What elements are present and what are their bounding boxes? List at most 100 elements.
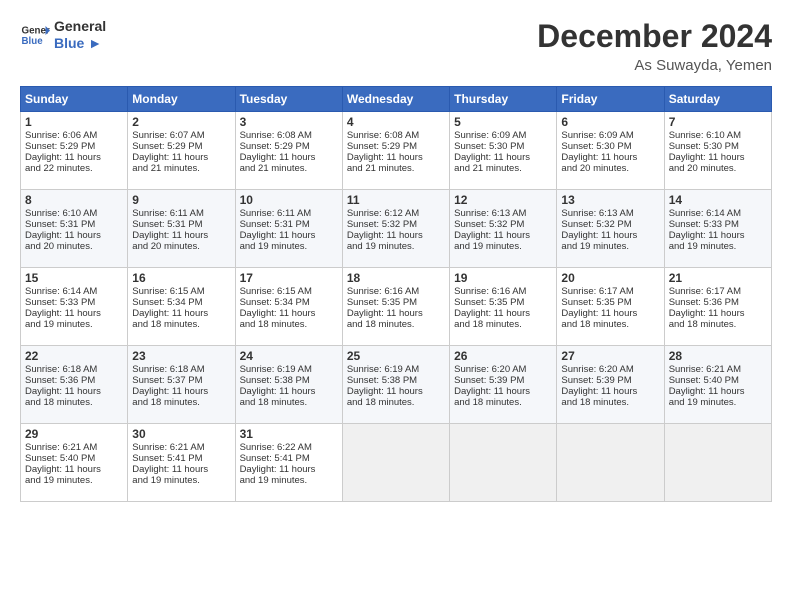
day-info: Sunset: 5:39 PM: [561, 375, 659, 386]
calendar-cell: 27Sunrise: 6:20 AMSunset: 5:39 PMDayligh…: [557, 346, 664, 424]
day-info: Daylight: 11 hours: [25, 464, 123, 475]
day-info: Sunset: 5:38 PM: [240, 375, 338, 386]
day-number: 17: [240, 271, 338, 285]
day-info: Daylight: 11 hours: [669, 230, 767, 241]
day-info: and 18 minutes.: [561, 397, 659, 408]
day-info: and 21 minutes.: [240, 163, 338, 174]
calendar-cell: 2Sunrise: 6:07 AMSunset: 5:29 PMDaylight…: [128, 112, 235, 190]
day-info: and 18 minutes.: [132, 397, 230, 408]
calendar-cell: 4Sunrise: 6:08 AMSunset: 5:29 PMDaylight…: [342, 112, 449, 190]
day-info: and 18 minutes.: [561, 319, 659, 330]
logo: General Blue General Blue ►: [20, 18, 106, 52]
day-info: Sunset: 5:33 PM: [669, 219, 767, 230]
day-number: 19: [454, 271, 552, 285]
day-info: Sunset: 5:29 PM: [347, 141, 445, 152]
calendar-cell: 22Sunrise: 6:18 AMSunset: 5:36 PMDayligh…: [21, 346, 128, 424]
day-info: Daylight: 11 hours: [25, 152, 123, 163]
day-info: Daylight: 11 hours: [561, 308, 659, 319]
day-info: Sunset: 5:34 PM: [132, 297, 230, 308]
day-info: Daylight: 11 hours: [669, 152, 767, 163]
day-info: Daylight: 11 hours: [240, 308, 338, 319]
day-info: Daylight: 11 hours: [669, 308, 767, 319]
day-info: Sunset: 5:30 PM: [561, 141, 659, 152]
day-info: Sunset: 5:39 PM: [454, 375, 552, 386]
day-number: 9: [132, 193, 230, 207]
calendar-cell: 18Sunrise: 6:16 AMSunset: 5:35 PMDayligh…: [342, 268, 449, 346]
day-info: Sunset: 5:29 PM: [25, 141, 123, 152]
day-number: 12: [454, 193, 552, 207]
week-row-1: 1Sunrise: 6:06 AMSunset: 5:29 PMDaylight…: [21, 112, 772, 190]
day-number: 11: [347, 193, 445, 207]
day-info: Sunset: 5:31 PM: [25, 219, 123, 230]
day-info: Sunrise: 6:09 AM: [561, 130, 659, 141]
day-info: and 21 minutes.: [347, 163, 445, 174]
day-info: and 21 minutes.: [454, 163, 552, 174]
day-info: Sunrise: 6:15 AM: [240, 286, 338, 297]
day-number: 24: [240, 349, 338, 363]
calendar-cell: 1Sunrise: 6:06 AMSunset: 5:29 PMDaylight…: [21, 112, 128, 190]
day-info: Sunrise: 6:16 AM: [347, 286, 445, 297]
day-info: Sunrise: 6:10 AM: [25, 208, 123, 219]
title-block: December 2024 As Suwayda, Yemen: [537, 18, 772, 74]
day-info: Daylight: 11 hours: [240, 386, 338, 397]
day-info: Sunset: 5:29 PM: [240, 141, 338, 152]
day-info: and 20 minutes.: [561, 163, 659, 174]
day-info: Sunset: 5:40 PM: [25, 453, 123, 464]
day-number: 7: [669, 115, 767, 129]
day-info: Sunset: 5:29 PM: [132, 141, 230, 152]
day-info: Sunrise: 6:15 AM: [132, 286, 230, 297]
day-info: Daylight: 11 hours: [347, 308, 445, 319]
day-info: Sunset: 5:41 PM: [240, 453, 338, 464]
day-info: Sunrise: 6:19 AM: [240, 364, 338, 375]
day-number: 28: [669, 349, 767, 363]
day-number: 2: [132, 115, 230, 129]
day-info: Sunrise: 6:13 AM: [454, 208, 552, 219]
day-info: and 22 minutes.: [25, 163, 123, 174]
column-header-wednesday: Wednesday: [342, 87, 449, 112]
day-info: Daylight: 11 hours: [669, 386, 767, 397]
day-number: 3: [240, 115, 338, 129]
calendar-cell: 28Sunrise: 6:21 AMSunset: 5:40 PMDayligh…: [664, 346, 771, 424]
day-info: and 18 minutes.: [240, 397, 338, 408]
day-number: 25: [347, 349, 445, 363]
day-info: Daylight: 11 hours: [132, 230, 230, 241]
month-title: December 2024: [537, 18, 772, 55]
calendar-cell: 24Sunrise: 6:19 AMSunset: 5:38 PMDayligh…: [235, 346, 342, 424]
day-info: and 18 minutes.: [669, 319, 767, 330]
day-info: Daylight: 11 hours: [132, 152, 230, 163]
day-info: Sunset: 5:32 PM: [347, 219, 445, 230]
day-info: Sunrise: 6:22 AM: [240, 442, 338, 453]
day-number: 26: [454, 349, 552, 363]
day-info: and 18 minutes.: [240, 319, 338, 330]
calendar-body: 1Sunrise: 6:06 AMSunset: 5:29 PMDaylight…: [21, 112, 772, 502]
calendar-cell: 9Sunrise: 6:11 AMSunset: 5:31 PMDaylight…: [128, 190, 235, 268]
day-info: Daylight: 11 hours: [561, 386, 659, 397]
calendar-table: SundayMondayTuesdayWednesdayThursdayFrid…: [20, 86, 772, 502]
calendar-cell: 11Sunrise: 6:12 AMSunset: 5:32 PMDayligh…: [342, 190, 449, 268]
day-info: and 19 minutes.: [561, 241, 659, 252]
day-info: Sunrise: 6:17 AM: [669, 286, 767, 297]
day-info: Sunrise: 6:21 AM: [25, 442, 123, 453]
day-info: Sunrise: 6:09 AM: [454, 130, 552, 141]
day-info: Sunrise: 6:17 AM: [561, 286, 659, 297]
day-info: and 19 minutes.: [132, 475, 230, 486]
day-info: Daylight: 11 hours: [132, 386, 230, 397]
day-info: Daylight: 11 hours: [561, 152, 659, 163]
day-number: 21: [669, 271, 767, 285]
calendar-cell: 6Sunrise: 6:09 AMSunset: 5:30 PMDaylight…: [557, 112, 664, 190]
day-info: Daylight: 11 hours: [347, 230, 445, 241]
day-number: 10: [240, 193, 338, 207]
day-info: and 20 minutes.: [25, 241, 123, 252]
calendar-cell: 17Sunrise: 6:15 AMSunset: 5:34 PMDayligh…: [235, 268, 342, 346]
day-info: Sunset: 5:34 PM: [240, 297, 338, 308]
day-info: Sunset: 5:40 PM: [669, 375, 767, 386]
column-header-tuesday: Tuesday: [235, 87, 342, 112]
calendar-cell: [342, 424, 449, 502]
day-info: and 19 minutes.: [240, 475, 338, 486]
day-info: Daylight: 11 hours: [240, 464, 338, 475]
location: As Suwayda, Yemen: [537, 57, 772, 74]
day-info: Sunrise: 6:20 AM: [454, 364, 552, 375]
day-info: and 18 minutes.: [347, 319, 445, 330]
day-info: and 20 minutes.: [669, 163, 767, 174]
calendar-cell: 16Sunrise: 6:15 AMSunset: 5:34 PMDayligh…: [128, 268, 235, 346]
